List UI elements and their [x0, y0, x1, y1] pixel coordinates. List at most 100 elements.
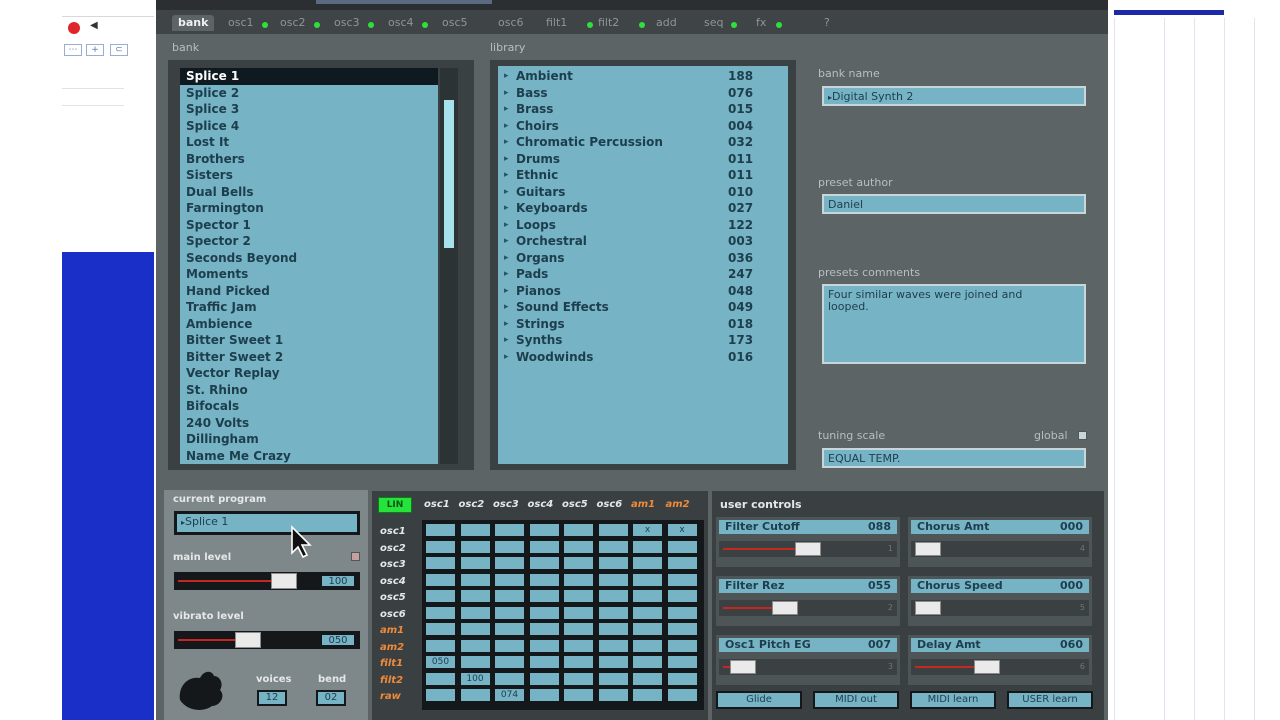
expand-arrow-icon[interactable]: ▸: [504, 349, 509, 365]
matrix-cell[interactable]: [460, 524, 490, 536]
matrix-cell[interactable]: [529, 689, 559, 701]
matrix-cell[interactable]: [633, 573, 662, 586]
matrix-column-osc3[interactable]: osc3: [493, 499, 519, 510]
preset-comments-field[interactable]: Four similar waves were joined and loope…: [822, 284, 1086, 364]
tab-osc6[interactable]: osc6: [492, 15, 530, 31]
library-list-item[interactable]: ▸ Pads 247: [498, 266, 788, 283]
current-program-field[interactable]: ▸Splice 1: [174, 511, 360, 535]
matrix-cell[interactable]: [667, 540, 697, 553]
matrix-row-filt1[interactable]: filt1: [380, 658, 403, 669]
library-list-item[interactable]: ▸ Guitars 010: [498, 184, 788, 201]
bank-list-item[interactable]: Ambience: [180, 316, 438, 333]
bank-list-item[interactable]: Bitter Sweet 2: [180, 349, 438, 366]
library-list-item[interactable]: ▸ Keyboards 027: [498, 200, 788, 217]
library-list-item[interactable]: ▸ Ethnic 011: [498, 167, 788, 184]
matrix-row-osc6[interactable]: osc6: [380, 609, 406, 620]
matrix-column-osc4[interactable]: osc4: [528, 499, 554, 510]
matrix-cell[interactable]: [667, 656, 697, 668]
matrix-cell[interactable]: [598, 656, 628, 668]
expand-arrow-icon[interactable]: ▸: [504, 233, 509, 249]
library-list-item[interactable]: ▸ Strings 018: [498, 316, 788, 333]
tool-icon[interactable]: ⋯: [64, 44, 82, 56]
matrix-column-osc6[interactable]: osc6: [597, 499, 623, 510]
user-control-slider[interactable]: 4: [911, 541, 1089, 557]
library-list-item[interactable]: ▸ Synths 173: [498, 332, 788, 349]
matrix-cell[interactable]: [529, 656, 559, 668]
matrix-cell[interactable]: [529, 672, 559, 685]
matrix-cell[interactable]: [564, 672, 593, 685]
matrix-cell[interactable]: [598, 639, 628, 652]
bank-list-item[interactable]: Brothers: [180, 151, 438, 168]
bank-scrollbar[interactable]: [440, 68, 458, 464]
matrix-cell[interactable]: [667, 590, 697, 602]
matrix-cell[interactable]: [667, 639, 697, 652]
user-control-knob[interactable]: [772, 601, 799, 615]
matrix-cell[interactable]: [426, 639, 455, 652]
bank-list-item[interactable]: Bifocals: [180, 398, 438, 415]
matrix-cell[interactable]: [426, 557, 455, 569]
bank-list-item[interactable]: Hand Picked: [180, 283, 438, 300]
user-control-label[interactable]: Osc1 Pitch EG 007: [719, 638, 897, 652]
expand-arrow-icon[interactable]: ▸: [504, 283, 509, 299]
matrix-cell[interactable]: [495, 606, 524, 619]
matrix-cell[interactable]: [667, 672, 697, 685]
user-control-slider[interactable]: 5: [911, 600, 1089, 616]
matrix-cell[interactable]: [564, 656, 593, 668]
matrix-cell[interactable]: [529, 573, 559, 586]
matrix-cell[interactable]: [564, 557, 593, 569]
matrix-column-am1[interactable]: am1: [631, 499, 655, 510]
matrix-row-osc2[interactable]: osc2: [380, 543, 406, 554]
library-list-item[interactable]: ▸ Bass 076: [498, 85, 788, 102]
user-control-slider[interactable]: 6: [911, 659, 1089, 675]
expand-arrow-icon[interactable]: ▸: [504, 134, 509, 150]
matrix-cell[interactable]: [426, 623, 455, 635]
matrix-cell[interactable]: x: [667, 524, 697, 536]
matrix-row-osc5[interactable]: osc5: [380, 592, 406, 603]
matrix-cell[interactable]: [564, 639, 593, 652]
bank-list-item[interactable]: Spector 2: [180, 233, 438, 250]
matrix-cell[interactable]: [598, 590, 628, 602]
midi-out-button[interactable]: MIDI out: [813, 691, 899, 709]
user-control-slider[interactable]: 3: [719, 659, 897, 675]
matrix-cell[interactable]: [633, 606, 662, 619]
bank-list-item[interactable]: Farmington: [180, 200, 438, 217]
matrix-cell[interactable]: [564, 540, 593, 553]
matrix-cell[interactable]: [495, 639, 524, 652]
matrix-cell[interactable]: 074: [495, 689, 524, 701]
matrix-cell[interactable]: [633, 540, 662, 553]
tab-seq[interactable]: seq: [698, 15, 729, 31]
matrix-cell[interactable]: 050: [426, 656, 455, 668]
user-control-label[interactable]: Filter Cutoff 088: [719, 520, 897, 534]
vibrato-level-value[interactable]: 050: [320, 633, 356, 647]
matrix-cell[interactable]: [598, 606, 628, 619]
library-list-item[interactable]: ▸ Ambient 188: [498, 68, 788, 85]
user-control-label[interactable]: Chorus Speed 000: [911, 579, 1089, 593]
matrix-cell[interactable]: [633, 639, 662, 652]
tab-add[interactable]: add: [650, 15, 683, 31]
library-list-item[interactable]: ▸ Drums 011: [498, 151, 788, 168]
matrix-cell[interactable]: [564, 524, 593, 536]
matrix-column-am2[interactable]: am2: [666, 499, 690, 510]
bank-list-item[interactable]: 240 Volts: [180, 415, 438, 432]
user-control-label[interactable]: Chorus Amt 000: [911, 520, 1089, 534]
matrix-cell[interactable]: [667, 573, 697, 586]
expand-arrow-icon[interactable]: ▸: [504, 266, 509, 282]
bend-value[interactable]: 02: [316, 690, 346, 706]
record-icon[interactable]: [68, 22, 80, 34]
user-control-slider[interactable]: 2: [719, 600, 897, 616]
tab-filt1[interactable]: filt1: [540, 15, 573, 31]
matrix-column-osc2[interactable]: osc2: [459, 499, 485, 510]
bank-list-item[interactable]: Splice 3: [180, 101, 438, 118]
expand-arrow-icon[interactable]: ▸: [504, 118, 509, 134]
bank-list-item[interactable]: Dual Bells: [180, 184, 438, 201]
matrix-cell[interactable]: [633, 672, 662, 685]
bank-list-item[interactable]: Moments: [180, 266, 438, 283]
matrix-row-am2[interactable]: am2: [380, 642, 404, 653]
user-control-label[interactable]: Filter Rez 055: [719, 579, 897, 593]
user-control-knob[interactable]: [973, 660, 1000, 674]
tuning-scale-field[interactable]: EQUAL TEMP.: [822, 448, 1086, 468]
matrix-cell[interactable]: [495, 540, 524, 553]
matrix-cell[interactable]: [460, 573, 490, 586]
tab-filt2[interactable]: filt2: [592, 15, 625, 31]
expand-arrow-icon[interactable]: ▸: [504, 68, 509, 84]
